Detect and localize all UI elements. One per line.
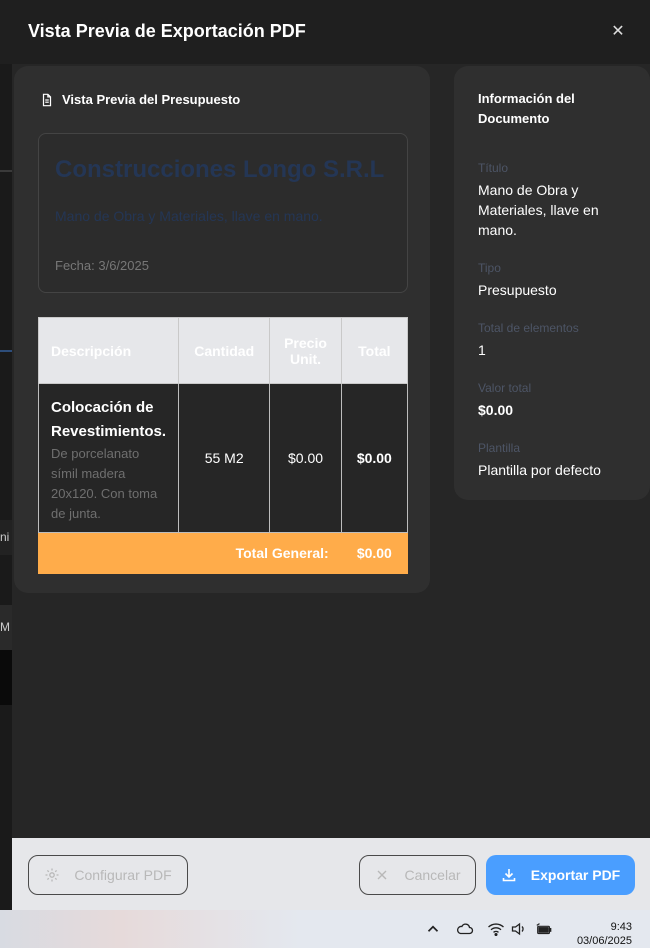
- table-row: Colocación de Revestimientos. De porcela…: [37, 383, 409, 533]
- background-app: ni M: [0, 0, 12, 910]
- modal-header: Vista Previa de Exportación PDF ✕: [0, 0, 650, 64]
- document-subtitle: Mano de Obra y Materiales, llave en mano…: [55, 208, 323, 224]
- clock-time: 9:43: [610, 921, 632, 933]
- info-field-title: Título Mano de Obra y Materiales, llave …: [478, 160, 638, 240]
- battery-icon: [536, 923, 552, 935]
- column-header-unit-price: Precio Unit.: [269, 317, 342, 384]
- configure-pdf-button[interactable]: Configurar PDF: [28, 855, 188, 895]
- background-fragment: ni: [0, 520, 12, 555]
- document-header-card: Construcciones Longo S.R.L Mano de Obra …: [38, 133, 408, 293]
- item-description-cell: Colocación de Revestimientos. De porcela…: [37, 383, 180, 533]
- document-icon: [42, 93, 52, 106]
- background-divider: [0, 170, 12, 172]
- download-icon: [502, 869, 516, 882]
- background-divider-accent: [0, 350, 12, 352]
- info-label: Título: [478, 161, 509, 175]
- item-description: De porcelanato símil madera 20x120. Con …: [51, 446, 158, 521]
- taskbar: 9:43 03/06/2025: [0, 910, 650, 948]
- info-label: Plantilla: [478, 441, 521, 455]
- column-header-description: Descripción: [37, 317, 180, 384]
- preview-panel: Vista Previa del Presupuesto Construccio…: [14, 66, 430, 593]
- info-value: 1: [478, 342, 486, 358]
- preview-panel-title: Vista Previa del Presupuesto: [40, 92, 240, 107]
- document-date: Fecha: 3/6/2025: [55, 258, 149, 273]
- document-info-title: Información del Documento: [478, 91, 575, 126]
- gear-icon: [45, 868, 59, 882]
- company-name: Construcciones Longo S.R.L: [55, 156, 385, 183]
- wifi-icon: [488, 923, 504, 937]
- background-fragment: M: [0, 605, 12, 650]
- info-field-item-count: Total de elementos 1: [478, 320, 638, 360]
- info-value: Plantilla por defecto: [478, 462, 601, 478]
- info-value: $0.00: [478, 402, 514, 418]
- battery-tray[interactable]: [535, 910, 553, 948]
- system-clock[interactable]: 9:43 03/06/2025: [577, 920, 632, 948]
- configure-pdf-label: Configurar PDF: [74, 867, 172, 883]
- preview-panel-title-text: Vista Previa del Presupuesto: [62, 92, 241, 107]
- info-field-type: Tipo Presupuesto: [478, 260, 638, 300]
- modal-title: Vista Previa de Exportación PDF: [28, 21, 306, 41]
- taskbar-background: [0, 910, 300, 948]
- info-label: Valor total: [478, 381, 532, 395]
- background-block: [0, 650, 12, 705]
- table-header-row: Descripción Cantidad Precio Unit. Total: [37, 317, 409, 384]
- info-value: Presupuesto: [478, 282, 557, 298]
- info-label: Total de elementos: [478, 321, 579, 335]
- close-button[interactable]: ✕: [608, 22, 628, 42]
- cancel-label: Cancelar: [404, 867, 461, 883]
- clock-date: 03/06/2025: [576, 935, 632, 947]
- speaker-icon: [511, 922, 524, 936]
- item-title: Colocación de Revestimientos.: [51, 399, 167, 440]
- export-pdf-modal: Vista Previa de Exportación PDF ✕ Vista …: [0, 0, 650, 910]
- cloud-icon: [457, 923, 474, 935]
- cancel-button[interactable]: Cancelar: [359, 855, 476, 895]
- export-pdf-button[interactable]: Exportar PDF: [486, 855, 635, 895]
- export-pdf-label: Exportar PDF: [530, 867, 621, 883]
- onedrive-tray[interactable]: [456, 910, 474, 948]
- close-icon: [377, 870, 387, 880]
- item-total: $0.00: [340, 383, 409, 533]
- network-tray[interactable]: [487, 910, 505, 948]
- item-quantity: 55 M2: [178, 383, 271, 533]
- item-unit-price: $0.00: [269, 383, 342, 533]
- total-row: Total General: $0.00: [38, 532, 409, 574]
- info-field-total-value: Valor total $0.00: [478, 380, 638, 420]
- info-value: Mano de Obra y Materiales, llave en mano…: [478, 182, 599, 238]
- total-value: $0.00: [340, 532, 409, 574]
- info-field-template: Plantilla Plantilla por defecto: [478, 440, 638, 480]
- show-hidden-icons-button[interactable]: [424, 910, 442, 948]
- chevron-up-icon: [427, 925, 439, 932]
- document-info-panel: Información del Documento Título Mano de…: [454, 66, 650, 500]
- modal-footer: Configurar PDF Cancelar Exportar PDF: [12, 838, 650, 910]
- info-label: Tipo: [478, 261, 501, 275]
- column-header-total: Total: [340, 317, 409, 384]
- total-label: Total General:: [38, 532, 342, 574]
- column-header-quantity: Cantidad: [178, 317, 271, 384]
- volume-tray[interactable]: [510, 910, 528, 948]
- close-icon: ✕: [611, 23, 625, 40]
- budget-table: Descripción Cantidad Precio Unit. Total …: [37, 317, 409, 574]
